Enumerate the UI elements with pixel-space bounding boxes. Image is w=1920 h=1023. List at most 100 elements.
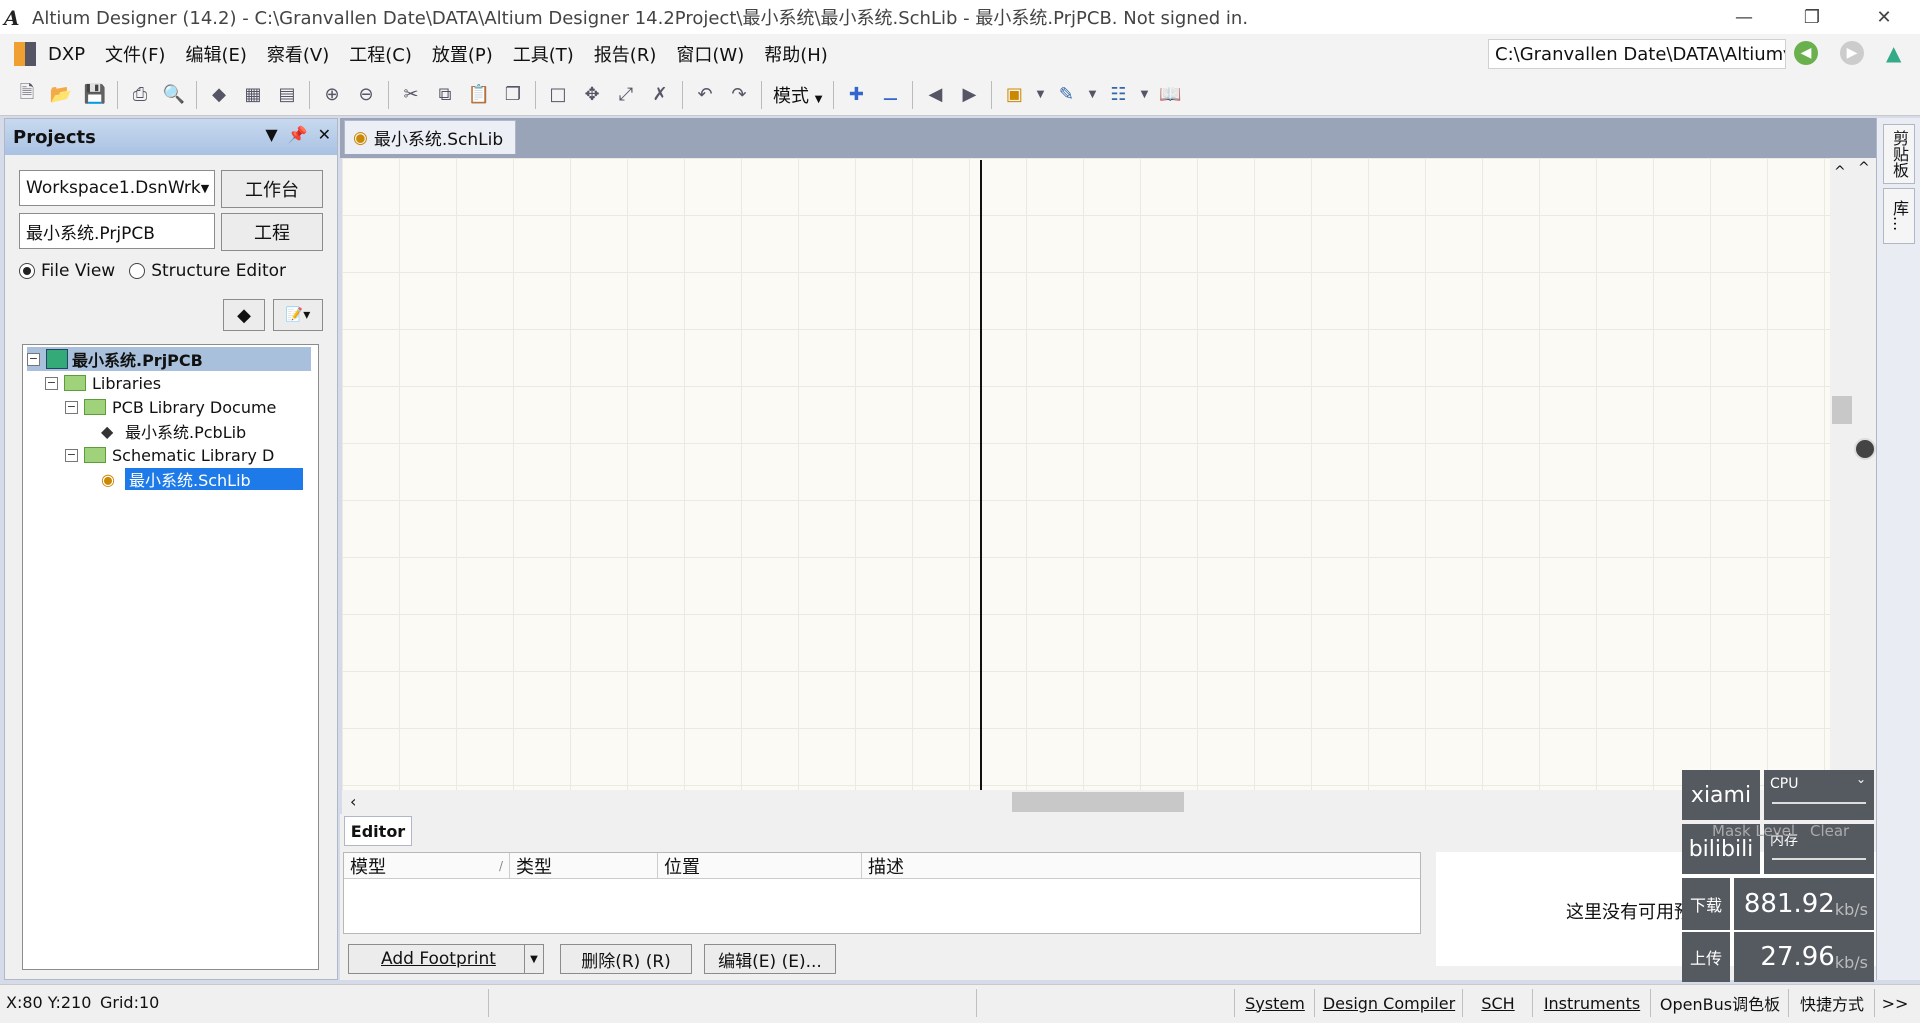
save-icon[interactable]: 💾 (80, 80, 110, 110)
structure-editor-radio[interactable]: Structure Editor (129, 261, 286, 281)
add-icon[interactable]: ✚ (841, 80, 871, 110)
collapse-icon[interactable]: − (45, 376, 58, 390)
redo-icon[interactable]: ↷ (724, 80, 754, 110)
paste-icon[interactable]: 📋 (464, 80, 494, 110)
move-icon[interactable]: ✥ (577, 80, 607, 110)
status-tab-design-compiler[interactable]: Design Compiler (1314, 989, 1463, 1017)
menu-help[interactable]: 帮助(H) (754, 41, 838, 67)
tab-schlib[interactable]: ◉ 最小系统.SchLib (344, 120, 516, 154)
status-tab-sch[interactable]: SCH (1462, 989, 1533, 1017)
status-tab-shortcuts[interactable]: 快捷方式 (1788, 989, 1875, 1017)
forward-icon[interactable]: ▶ (1840, 41, 1864, 65)
chevron-down-icon[interactable]: ▼ (1085, 80, 1099, 110)
project-field[interactable]: 最小系统.PrjPCB (19, 213, 215, 249)
copy-icon[interactable]: ⧉ (430, 80, 460, 110)
board-icon[interactable]: ▦ (238, 80, 268, 110)
status-tab-openbus[interactable]: OpenBus调色板 (1650, 989, 1789, 1017)
clear-filter-icon[interactable]: ✗ (645, 80, 675, 110)
zoom-in-icon[interactable]: ⊕ (317, 80, 347, 110)
tree-item-pcblib[interactable]: ◆ 最小系统.PcbLib (101, 419, 246, 443)
print-icon[interactable]: ⎙ (125, 80, 155, 110)
mode-dropdown[interactable]: 模式 ▼ (767, 82, 828, 108)
menu-window[interactable]: 窗口(W) (666, 41, 754, 67)
rubber-stamp-icon[interactable]: ❐ (498, 80, 528, 110)
edit-button[interactable]: 编辑(E) (E)... (704, 944, 836, 974)
xiami-button[interactable]: xiami (1682, 770, 1760, 820)
add-footprint-dropdown-icon[interactable]: ▼ (524, 944, 544, 974)
tab-clipboard[interactable]: 剪贴板 (1883, 124, 1915, 184)
scroll-position-marker-icon[interactable] (1854, 438, 1876, 460)
layers-icon[interactable]: ◆ (204, 80, 234, 110)
vertical-scroll-thumb[interactable] (1832, 396, 1852, 424)
restore-button[interactable]: ❐ (1784, 0, 1840, 34)
menu-file[interactable]: 文件(F) (95, 41, 175, 67)
collapse-icon[interactable]: − (65, 448, 78, 462)
menu-reports[interactable]: 报告(R) (584, 41, 667, 67)
panel-menu-icon[interactable]: ▼ (265, 125, 277, 144)
close-icon[interactable]: ✕ (318, 125, 331, 144)
close-button[interactable]: ✕ (1856, 0, 1912, 34)
column-location[interactable]: 位置 (658, 853, 862, 879)
menu-edit[interactable]: 编辑(E) (175, 41, 256, 67)
open-folder-icon[interactable]: 📂 (46, 80, 76, 110)
library-icon[interactable]: ▤ (272, 80, 302, 110)
scroll-up-icon[interactable]: ^ (1858, 160, 1870, 176)
add-footprint-button[interactable]: Add Footprint (348, 944, 544, 974)
menu-tools[interactable]: 工具(T) (503, 41, 584, 67)
delete-button[interactable]: 删除(R) (R) (560, 944, 692, 974)
zoom-out-icon[interactable]: ⊖ (351, 80, 381, 110)
workspace-button[interactable]: 工作台 (221, 170, 323, 208)
back-icon[interactable]: ◀ (1794, 41, 1818, 65)
project-options-icon[interactable]: 📝▾ (273, 299, 323, 331)
remove-icon[interactable]: ⚊ (875, 80, 905, 110)
column-model[interactable]: 模型 / (344, 853, 510, 879)
next-icon[interactable]: ▶ (954, 80, 984, 110)
compile-icon[interactable]: ◆ (223, 299, 265, 331)
horizontal-scrollbar[interactable]: ‹ (342, 790, 1830, 814)
drawing-tools-icon[interactable]: ✎ (1051, 80, 1081, 110)
tree-item-sch-folder[interactable]: − Schematic Library D (65, 443, 274, 467)
collapse-icon[interactable]: − (65, 400, 78, 414)
scroll-left-icon[interactable]: ‹ (350, 792, 356, 811)
tree-item-libraries[interactable]: − Libraries (45, 371, 161, 395)
home-icon[interactable]: ▲ (1886, 41, 1912, 65)
tree-item-pcb-folder[interactable]: − PCB Library Docume (65, 395, 276, 419)
menu-place[interactable]: 放置(P) (422, 41, 503, 67)
chevron-down-icon[interactable]: ⌄ (1856, 772, 1866, 786)
grid-icon[interactable]: ☷ (1103, 80, 1133, 110)
collapse-icon[interactable]: − (27, 352, 40, 366)
chevron-down-icon[interactable]: ▼ (1137, 80, 1151, 110)
schematic-canvas[interactable] (342, 158, 1830, 792)
undo-icon[interactable]: ↶ (690, 80, 720, 110)
tree-item-schlib[interactable]: ◉ 最小系统.SchLib (101, 467, 303, 491)
clear-label[interactable]: Clear (1810, 822, 1849, 840)
tab-libraries[interactable]: 库... (1883, 188, 1915, 244)
menu-project[interactable]: 工程(C) (339, 41, 422, 67)
scroll-up-icon[interactable]: ^ (1834, 164, 1846, 180)
select-area-icon[interactable]: □ (543, 80, 573, 110)
status-tab-instruments[interactable]: Instruments (1532, 989, 1651, 1017)
status-more-button[interactable]: >> (1874, 989, 1915, 1017)
cut-icon[interactable]: ✂ (396, 80, 426, 110)
menu-dxp[interactable]: DXP (38, 44, 95, 65)
print-preview-icon[interactable]: 🔍 (159, 80, 189, 110)
horizontal-scroll-thumb[interactable] (1012, 792, 1184, 812)
tree-item-project[interactable]: − 最小系统.PrjPCB (27, 347, 311, 371)
chevron-down-icon[interactable]: ▼ (1033, 80, 1047, 110)
project-button[interactable]: 工程 (221, 213, 323, 251)
component-icon[interactable]: ▣ (999, 80, 1029, 110)
previous-icon[interactable]: ◀ (920, 80, 950, 110)
report-icon[interactable]: 📖 (1155, 80, 1185, 110)
column-description[interactable]: 描述 (862, 853, 1420, 879)
path-dropdown[interactable]: C:\Granvallen Date\DATA\Altium ▼ (1488, 39, 1786, 69)
workspace-dropdown[interactable]: Workspace1.DsnWrk ▼ (19, 170, 215, 206)
column-type[interactable]: 类型 (510, 853, 658, 879)
minimize-button[interactable]: — (1716, 0, 1772, 34)
tab-editor[interactable]: Editor (344, 816, 412, 846)
file-view-radio[interactable]: File View (19, 261, 115, 281)
menu-view[interactable]: 察看(V) (257, 41, 339, 67)
vertical-scrollbar[interactable]: ^ (1830, 158, 1854, 792)
status-tab-system[interactable]: System (1234, 989, 1315, 1017)
pin-icon[interactable]: 📌 (288, 125, 308, 144)
deselect-icon[interactable]: ⤢ (611, 80, 641, 110)
